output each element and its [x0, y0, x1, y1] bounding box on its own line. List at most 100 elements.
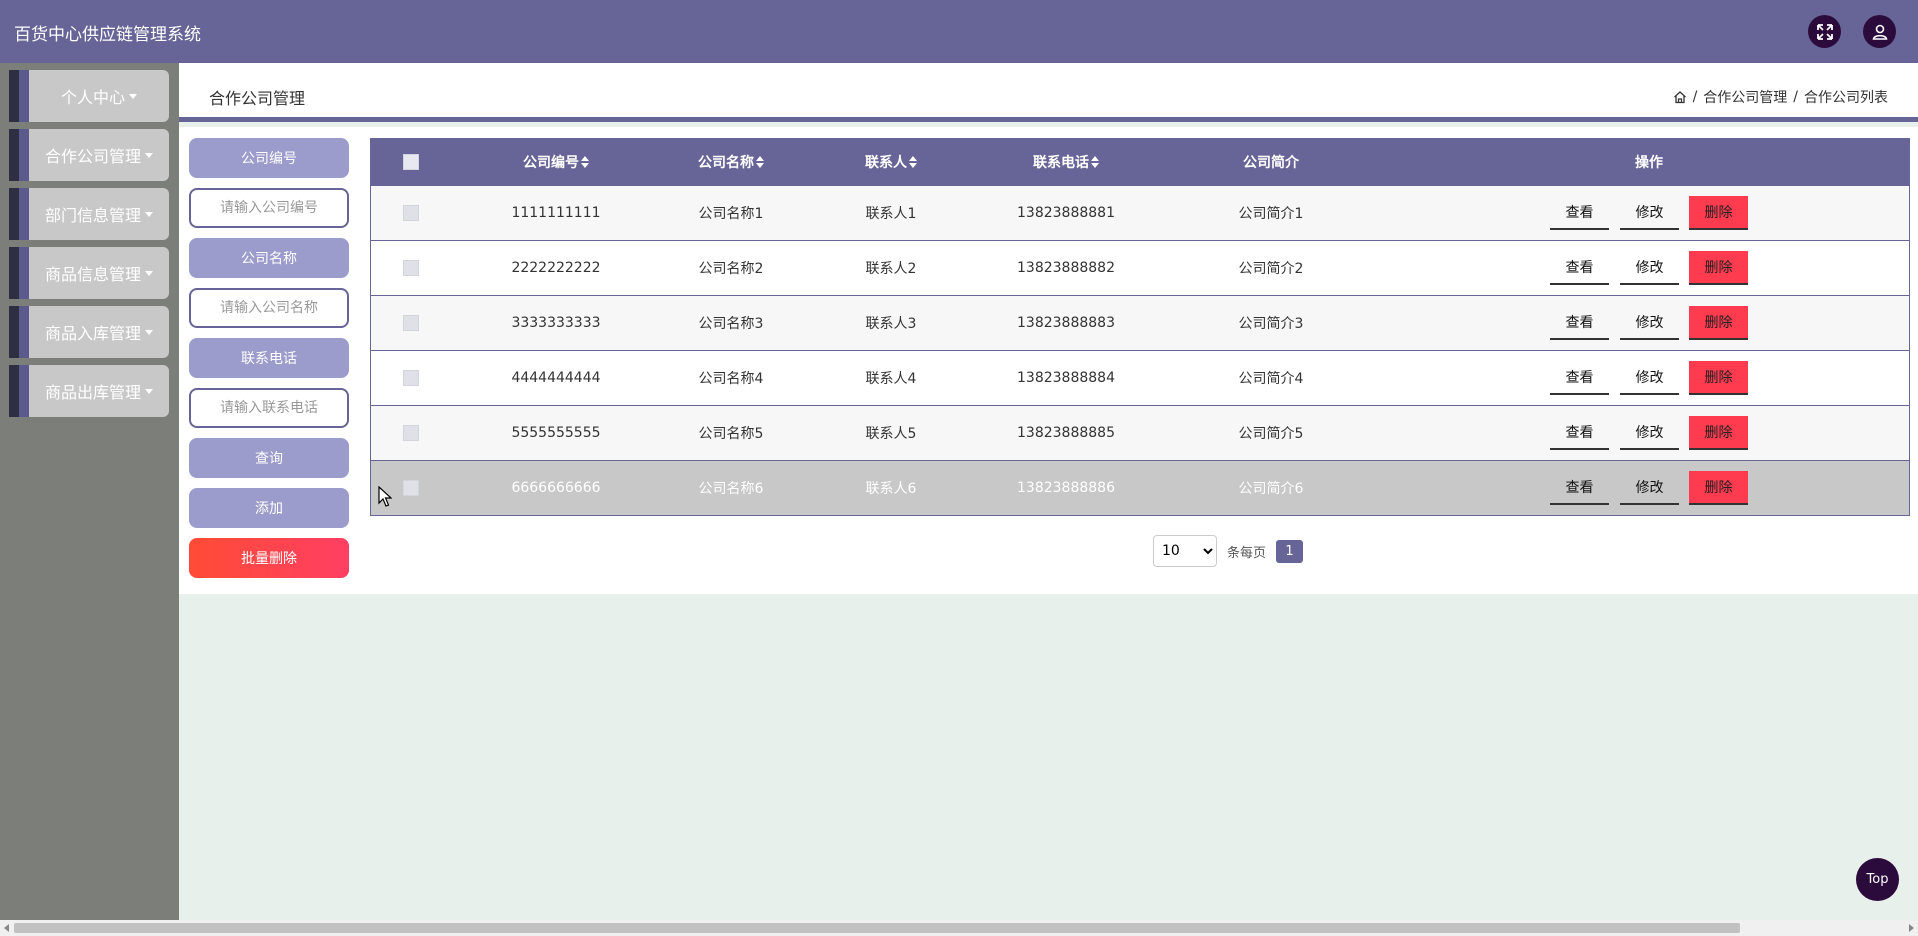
query-button[interactable]: 查询	[189, 438, 349, 478]
cell-contact: 联系人2	[865, 261, 917, 277]
delete-button[interactable]: 删除	[1689, 471, 1748, 505]
row-checkbox[interactable]	[403, 480, 419, 496]
company-no-input[interactable]	[189, 188, 349, 228]
sidebar-item-personal-center[interactable]: 个人中心	[9, 70, 169, 122]
sidebar-item-label: 合作公司管理	[44, 147, 141, 166]
cell-company-no: 5555555555	[511, 425, 601, 441]
company-table: 公司编号 公司名称 联系人 联系电话 公司简介 操作 1111111111 公司…	[370, 138, 1910, 516]
horizontal-scrollbar[interactable]	[0, 920, 1918, 936]
top-header: 百货中心供应链管理系统	[0, 0, 1918, 63]
cell-phone: 13823888882	[1017, 260, 1115, 276]
sidebar-item-goods-info[interactable]: 商品信息管理	[9, 247, 169, 299]
cell-company-name: 公司名称2	[698, 261, 764, 277]
add-button[interactable]: 添加	[189, 488, 349, 528]
row-checkbox[interactable]	[403, 315, 419, 331]
row-checkbox[interactable]	[403, 260, 419, 276]
breadcrumb-item-partner-management[interactable]: 合作公司管理	[1703, 87, 1787, 107]
sidebar-item-label: 商品出库管理	[44, 383, 141, 402]
sort-icon	[756, 156, 764, 168]
cell-contact: 联系人1	[865, 206, 917, 222]
delete-button[interactable]: 删除	[1689, 196, 1748, 230]
cell-intro: 公司简介5	[1238, 426, 1304, 442]
expand-icon	[1816, 23, 1833, 40]
sidebar-item-label: 个人中心	[60, 88, 125, 107]
cell-phone: 13823888884	[1017, 370, 1115, 386]
sidebar-item-label: 商品信息管理	[44, 265, 141, 284]
sidebar-item-goods-inbound[interactable]: 商品入库管理	[9, 306, 169, 358]
table-row: 5555555555 公司名称5 联系人5 13823888885 公司简介5 …	[371, 405, 1909, 460]
sort-icon	[909, 156, 917, 168]
edit-button[interactable]: 修改	[1620, 251, 1679, 285]
cell-intro: 公司简介2	[1238, 261, 1304, 277]
table-header: 公司编号 公司名称 联系人 联系电话 公司简介 操作	[371, 139, 1909, 185]
header-contact[interactable]: 联系人	[831, 139, 951, 185]
delete-button[interactable]: 删除	[1689, 361, 1748, 395]
breadcrumb-separator: /	[1793, 89, 1798, 105]
cell-intro: 公司简介4	[1238, 371, 1304, 387]
header-company-name[interactable]: 公司名称	[651, 139, 811, 185]
edit-button[interactable]: 修改	[1620, 361, 1679, 395]
breadcrumb-separator: /	[1692, 89, 1698, 105]
cell-company-name: 公司名称4	[698, 371, 764, 387]
cell-company-no: 3333333333	[511, 315, 601, 331]
table-row: 3333333333 公司名称3 联系人3 13823888883 公司简介3 …	[371, 295, 1909, 350]
view-button[interactable]: 查看	[1550, 251, 1609, 285]
pagination: 10 条每页 1	[1153, 535, 1304, 567]
select-all-checkbox[interactable]	[403, 154, 419, 170]
delete-button[interactable]: 删除	[1689, 416, 1748, 450]
view-button[interactable]: 查看	[1550, 196, 1609, 230]
sidebar-item-partner-companies[interactable]: 合作公司管理	[9, 129, 169, 181]
fullscreen-button[interactable]	[1808, 15, 1841, 48]
company-name-label: 公司名称	[189, 238, 349, 278]
batch-delete-button[interactable]: 批量删除	[189, 538, 349, 578]
caret-down-icon	[145, 211, 153, 217]
breadcrumb-item-partner-list: 合作公司列表	[1804, 90, 1888, 106]
cell-company-no: 1111111111	[511, 205, 601, 221]
scroll-left-arrow-icon[interactable]	[4, 924, 9, 932]
back-to-top-button[interactable]: Top	[1856, 858, 1899, 901]
view-button[interactable]: 查看	[1550, 361, 1609, 395]
sidebar-item-label: 部门信息管理	[44, 206, 141, 225]
user-icon	[1872, 24, 1887, 40]
cell-company-name: 公司名称6	[698, 481, 764, 497]
page-size-select[interactable]: 10	[1153, 535, 1217, 567]
edit-button[interactable]: 修改	[1620, 306, 1679, 340]
view-button[interactable]: 查看	[1550, 471, 1609, 505]
row-checkbox[interactable]	[403, 425, 419, 441]
sidebar-item-goods-outbound[interactable]: 商品出库管理	[9, 365, 169, 417]
scrollbar-thumb[interactable]	[14, 923, 1740, 933]
table-row: 6666666666 公司名称6 联系人6 13823888886 公司简介6 …	[371, 460, 1909, 515]
company-name-input[interactable]	[189, 288, 349, 328]
scroll-right-arrow-icon[interactable]	[1909, 924, 1914, 932]
page-number-button[interactable]: 1	[1276, 539, 1304, 563]
edit-button[interactable]: 修改	[1620, 196, 1679, 230]
cell-company-no: 2222222222	[511, 260, 601, 276]
sort-icon	[1091, 156, 1099, 168]
phone-label: 联系电话	[189, 338, 349, 378]
cell-company-no: 4444444444	[511, 370, 601, 386]
cell-company-no: 6666666666	[511, 480, 601, 496]
cell-contact: 联系人5	[865, 426, 917, 442]
cell-intro: 公司简介1	[1238, 206, 1304, 222]
home-icon[interactable]	[1673, 90, 1687, 104]
header-phone[interactable]: 联系电话	[971, 139, 1161, 185]
header-intro: 公司简介	[1243, 155, 1299, 171]
caret-down-icon	[129, 93, 137, 99]
per-page-label: 条每页	[1227, 545, 1267, 561]
phone-input[interactable]	[189, 388, 349, 428]
cell-intro: 公司简介3	[1238, 316, 1304, 332]
page-title: 合作公司管理	[209, 89, 306, 108]
view-button[interactable]: 查看	[1550, 416, 1609, 450]
row-checkbox[interactable]	[403, 370, 419, 386]
user-button[interactable]	[1863, 15, 1896, 48]
delete-button[interactable]: 删除	[1689, 306, 1748, 340]
sidebar-item-label: 商品入库管理	[44, 324, 141, 343]
header-company-no[interactable]: 公司编号	[471, 139, 641, 185]
table-row: 4444444444 公司名称4 联系人4 13823888884 公司简介4 …	[371, 350, 1909, 405]
edit-button[interactable]: 修改	[1620, 471, 1679, 505]
edit-button[interactable]: 修改	[1620, 416, 1679, 450]
view-button[interactable]: 查看	[1550, 306, 1609, 340]
delete-button[interactable]: 删除	[1689, 251, 1748, 285]
sidebar-item-departments[interactable]: 部门信息管理	[9, 188, 169, 240]
row-checkbox[interactable]	[403, 205, 419, 221]
